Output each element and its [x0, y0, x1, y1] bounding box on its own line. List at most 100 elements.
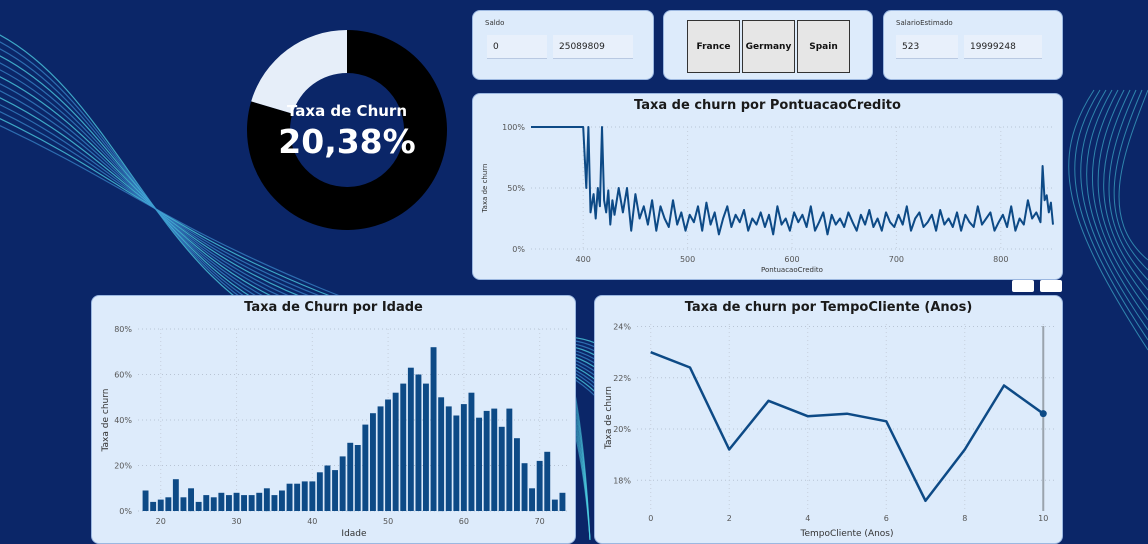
churn-donut: Taxa de Churn 20,38% — [244, 26, 450, 234]
x-tick-label: 8 — [962, 514, 967, 523]
bar — [324, 465, 331, 511]
bar — [377, 406, 384, 511]
y-tick-label: 60% — [114, 371, 132, 380]
saldo-slicer-title: Saldo — [485, 19, 505, 27]
country-button-france[interactable]: France — [687, 20, 740, 73]
bar — [498, 426, 505, 511]
y-tick-label: 18% — [613, 476, 631, 485]
pontuacao-chart-title: Taxa de churn por PontuacaoCredito — [634, 98, 901, 113]
bar — [172, 479, 179, 511]
salario-max-input[interactable]: 19999248 — [964, 35, 1042, 59]
bar — [180, 497, 187, 511]
bar — [370, 413, 376, 511]
tempo-chart-title: Taxa de churn por TempoCliente (Anos) — [684, 300, 973, 315]
bar — [286, 483, 293, 511]
highlight-point — [1039, 410, 1047, 418]
x-axis-label: TempoCliente (Anos) — [799, 529, 893, 539]
idade-chart-title: Taxa de Churn por Idade — [244, 300, 423, 315]
tempo-chart-card: 18% 20% 22% 24% 0 2 4 6 8 10 TempoCliente (Anos) Ta… — [594, 295, 1063, 544]
bar — [195, 501, 202, 511]
bar — [271, 495, 278, 511]
bar — [514, 438, 520, 511]
saldo-max-input[interactable]: 25089809 — [553, 35, 633, 59]
bar — [491, 408, 498, 511]
wave-line — [1113, 89, 1148, 271]
bar — [301, 481, 308, 511]
bar — [233, 492, 240, 511]
bar — [294, 483, 301, 511]
saldo-slicer[interactable]: Saldo 0 25089809 — [472, 10, 654, 80]
bar — [157, 499, 164, 511]
x-tick-label: 800 — [993, 255, 1008, 264]
bar — [453, 415, 460, 511]
y-tick-label: 50% — [507, 184, 525, 193]
bar — [150, 501, 157, 511]
bar — [392, 392, 399, 511]
bar — [559, 492, 566, 511]
y-tick-label: 80% — [114, 325, 132, 334]
bar — [529, 488, 535, 512]
bar — [165, 497, 172, 511]
country-button-spain[interactable]: Spain — [797, 20, 850, 73]
bar — [400, 383, 407, 511]
x-axis-label: Idade — [341, 529, 367, 539]
focus-mode-icon[interactable] — [1012, 280, 1034, 292]
bar — [279, 490, 285, 511]
saldo-min-input[interactable]: 0 — [487, 35, 547, 59]
x-tick-label: 60 — [459, 517, 469, 526]
bar — [536, 460, 543, 511]
y-tick-label: 40% — [114, 416, 132, 425]
pontuacao-chart-card: 0% 50% 100% 400 500 600 700 800 PontuacaoCredito… — [472, 93, 1063, 280]
idade-chart-card: 0% 20% 40% 60% 80% 20 30 40 50 60 70 Idade Taxa de c… — [91, 295, 576, 544]
x-tick-label: 6 — [884, 514, 889, 523]
x-tick-label: 10 — [1038, 514, 1048, 523]
x-tick-label: 400 — [576, 255, 591, 264]
bar — [347, 442, 354, 512]
bar — [407, 367, 414, 511]
x-tick-label: 30 — [231, 517, 241, 526]
y-axis-label: Taxa de churn — [101, 389, 111, 453]
x-tick-label: 40 — [307, 517, 317, 526]
idade-chart: 0% 20% 40% 60% 80% 20 30 40 50 60 70 Idade Taxa de c… — [101, 325, 570, 539]
bar — [226, 495, 232, 511]
x-tick-label: 700 — [889, 255, 904, 264]
x-tick-label: 20 — [156, 517, 166, 526]
more-options-icon[interactable] — [1040, 280, 1062, 292]
bar — [445, 406, 452, 511]
bar — [506, 408, 513, 511]
bar — [423, 383, 429, 511]
y-tick-label: 22% — [613, 374, 631, 383]
salario-slicer-title: SalarioEstimado — [896, 19, 953, 27]
bar — [430, 347, 437, 511]
y-tick-label: 20% — [613, 425, 631, 434]
bar — [241, 495, 247, 511]
y-tick-label: 0% — [119, 507, 132, 516]
bar — [468, 392, 475, 511]
y-tick-label: 100% — [502, 123, 525, 132]
x-tick-label: 70 — [535, 517, 545, 526]
bar — [188, 488, 194, 512]
salario-min-input[interactable]: 523 — [896, 35, 958, 59]
kpi-label: Taxa de Churn — [286, 102, 407, 120]
bar — [248, 495, 255, 511]
x-tick-label: 4 — [805, 514, 810, 523]
wave-line — [1086, 89, 1148, 321]
y-axis-label: Taxa de churn — [481, 164, 489, 214]
country-button-germany[interactable]: Germany — [742, 20, 795, 73]
bar — [521, 463, 528, 511]
y-tick-label: 20% — [114, 462, 132, 471]
bar — [551, 499, 558, 511]
bar — [415, 374, 422, 511]
salario-slicer[interactable]: SalarioEstimado 523 19999248 — [883, 10, 1063, 80]
x-axis-label: PontuacaoCredito — [761, 266, 823, 274]
bar — [476, 417, 482, 511]
bar — [438, 397, 445, 512]
bar — [210, 497, 217, 511]
bar — [203, 495, 210, 511]
tempo-chart: 18% 20% 22% 24% 0 2 4 6 8 10 TempoCliente (Anos) Ta… — [604, 323, 1057, 539]
bar — [544, 451, 551, 511]
y-axis-label: Taxa de churn — [604, 386, 614, 450]
y-tick-label: 24% — [613, 323, 631, 332]
bar — [354, 445, 361, 511]
x-tick-label: 50 — [383, 517, 393, 526]
